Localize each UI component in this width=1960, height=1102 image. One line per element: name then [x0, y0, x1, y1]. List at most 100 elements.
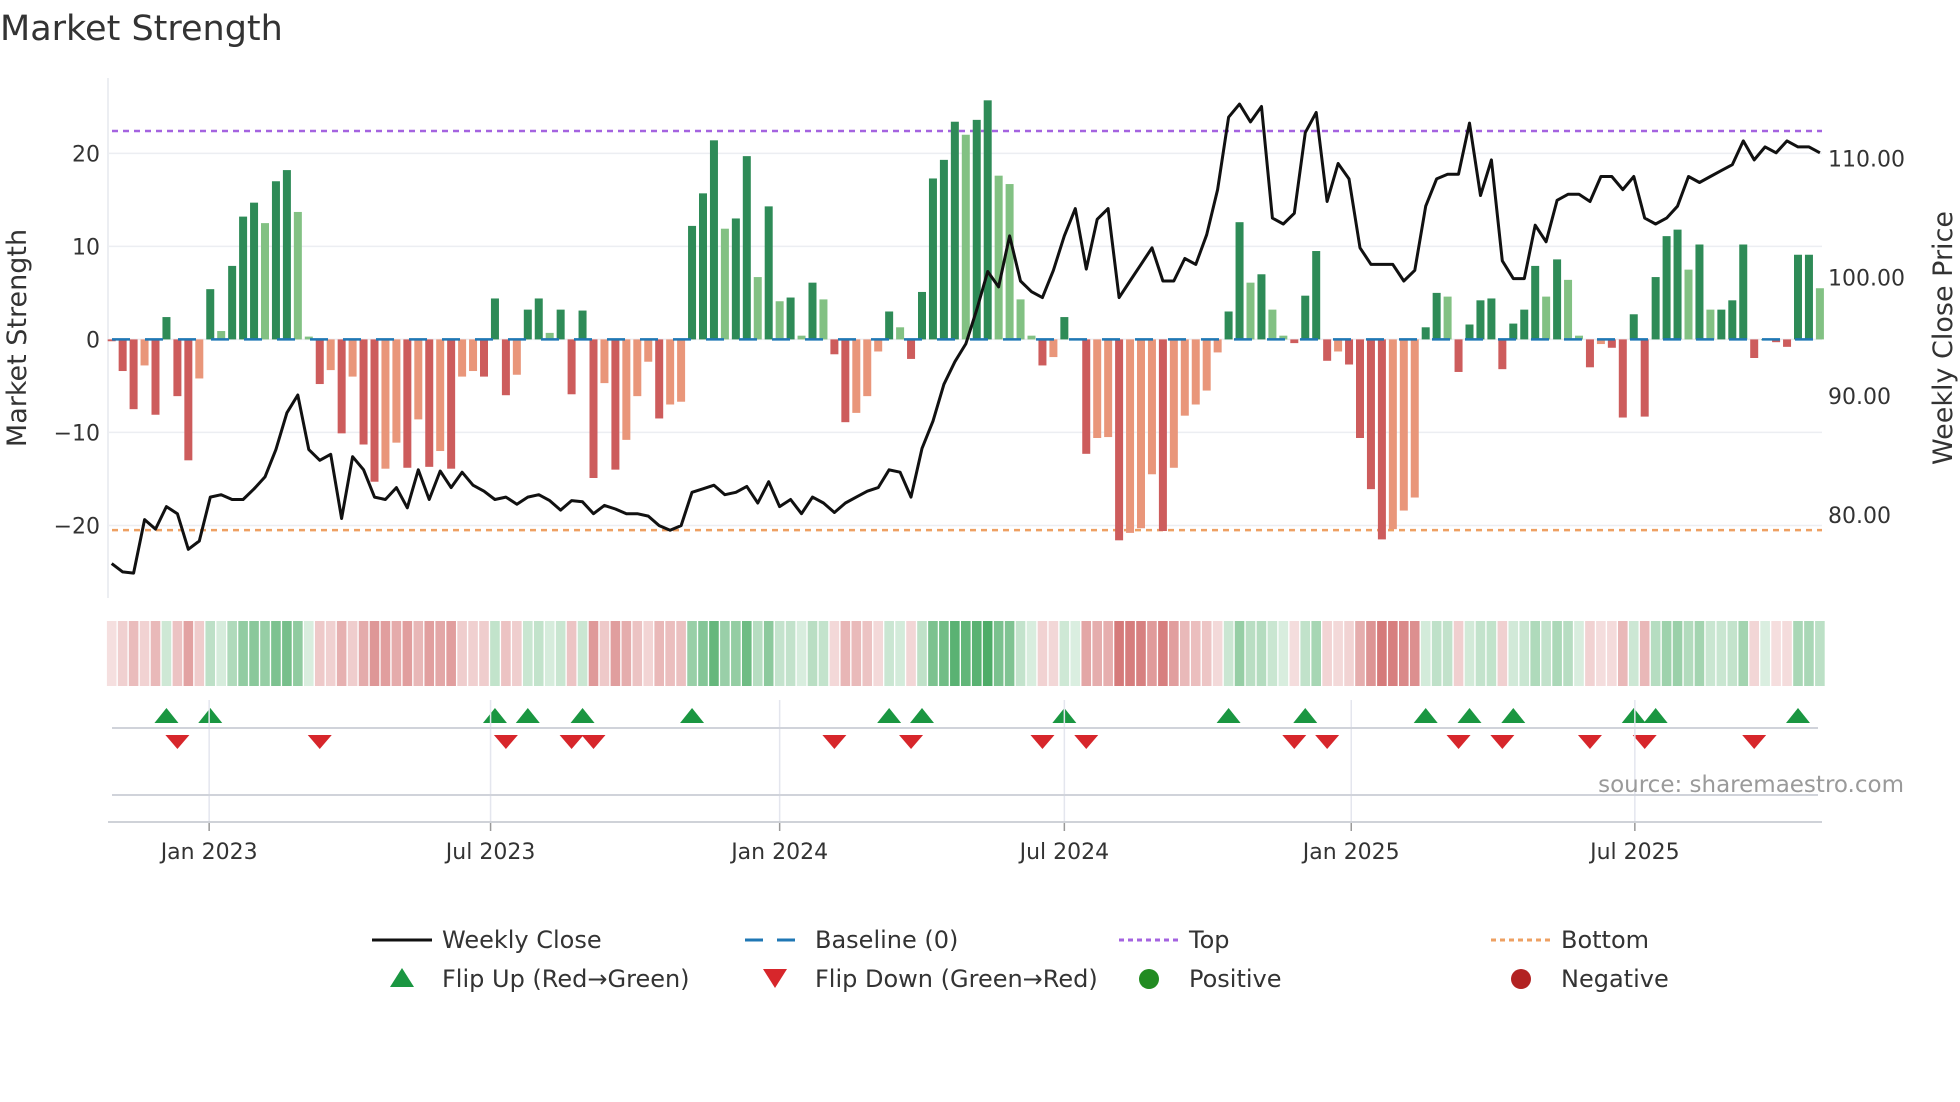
strip-cell [501, 621, 511, 686]
positive-bar [699, 193, 707, 340]
strip-cell [1234, 621, 1245, 686]
negative-bar [381, 339, 390, 469]
positive-bar [1739, 244, 1748, 340]
strip-cell [1672, 621, 1683, 686]
positive-bar [1027, 335, 1036, 340]
strip-cell [1760, 621, 1770, 686]
positive-bar [918, 291, 926, 340]
negative-bar [315, 339, 324, 385]
flip-up-marker [515, 708, 540, 723]
legend-item-tri-down: Flip Down (Green→Red) [763, 965, 1098, 993]
strip-cell [873, 621, 883, 686]
positive-bar [239, 216, 248, 340]
positive-bar [1520, 309, 1529, 340]
regime-strip [106, 621, 1825, 686]
negative-bar [677, 339, 686, 402]
negative-bar [589, 339, 598, 478]
flip-down-marker [165, 735, 190, 749]
positive-bar [1301, 295, 1310, 340]
strip-cell [840, 621, 851, 686]
positive-bar [1016, 299, 1025, 340]
strip-cell [523, 621, 533, 686]
positive-bar [786, 297, 795, 340]
positive-bar [1268, 309, 1277, 340]
strip-cell [588, 621, 599, 686]
strip-cell [643, 621, 654, 686]
positive-bar [742, 156, 751, 340]
circle-icon [1511, 969, 1531, 989]
positive-bar [534, 298, 543, 340]
flip-down-marker [493, 735, 518, 749]
strip-cell [1311, 621, 1321, 686]
positive-bar [775, 301, 784, 340]
negative-bar [1345, 339, 1354, 365]
negative-bar [359, 339, 368, 445]
negative-bar [633, 339, 642, 397]
strip-cell [402, 621, 413, 686]
negative-bar [337, 339, 346, 434]
strip-cell [282, 621, 292, 686]
positive-bar [1005, 184, 1014, 340]
positive-bar [206, 289, 215, 340]
strip-cell [884, 621, 894, 686]
negative-bar [392, 339, 401, 443]
flip-up-marker [1293, 708, 1318, 723]
negative-bar [1169, 339, 1178, 468]
strip-cell [1322, 621, 1332, 686]
strip-cell [512, 621, 522, 686]
strip-cell [183, 621, 194, 686]
strip-cell [1048, 621, 1059, 686]
positive-bar [490, 298, 499, 340]
strip-cell [1201, 621, 1212, 686]
strip-cell [1125, 621, 1135, 686]
negative-bar [666, 339, 675, 405]
flip-up-marker [1501, 708, 1526, 723]
negative-bar [1454, 339, 1463, 372]
negative-bar [1388, 339, 1397, 530]
strip-cell [807, 621, 818, 686]
strip-cell [1639, 621, 1650, 686]
strip-cell [1618, 621, 1628, 686]
flip-down-marker [822, 735, 847, 749]
flip-down-marker [1282, 735, 1307, 749]
negative-bar [600, 339, 609, 384]
strip-cell [752, 621, 763, 686]
x-tick-label: Jul 2024 [1018, 840, 1110, 865]
legend-label: Negative [1561, 965, 1669, 993]
triangle-up-icon [390, 968, 414, 987]
strip-cell [150, 621, 161, 686]
negative-bar [326, 339, 335, 371]
strip-cell [106, 621, 117, 686]
positive-bar [1421, 327, 1430, 340]
flip-up-marker [570, 708, 595, 723]
strip-cell [1596, 621, 1606, 686]
strip-cell [347, 621, 358, 686]
positive-bar [1224, 311, 1233, 340]
triangle-down-icon [763, 969, 787, 988]
negative-bar [480, 339, 488, 377]
y-tick-label: −10 [54, 421, 100, 446]
x-tick-label: Jan 2024 [729, 840, 828, 865]
negative-bar [512, 339, 521, 375]
positive-bar [1728, 300, 1737, 340]
strip-cell [961, 621, 971, 686]
flip-up-marker [680, 708, 705, 723]
negative-bar [129, 339, 138, 410]
legend-label: Flip Up (Red→Green) [442, 965, 690, 993]
strip-cell [621, 621, 632, 686]
negative-bar [1158, 339, 1167, 532]
negative-bar [370, 339, 379, 482]
strip-cell [555, 621, 566, 686]
strip-cell [227, 621, 237, 686]
strip-cell [1727, 621, 1738, 686]
legend-item-tri-up: Flip Up (Red→Green) [390, 965, 690, 993]
positive-bar [928, 178, 937, 340]
negative-bar [195, 339, 204, 379]
positive-bar [797, 335, 806, 340]
strip-cell [1103, 621, 1113, 686]
positive-bar [1509, 323, 1518, 340]
strip-cell [1300, 621, 1311, 686]
negative-bar [1093, 339, 1102, 438]
legend-label: Top [1188, 926, 1230, 954]
y-tick-label: 0 [86, 328, 100, 353]
